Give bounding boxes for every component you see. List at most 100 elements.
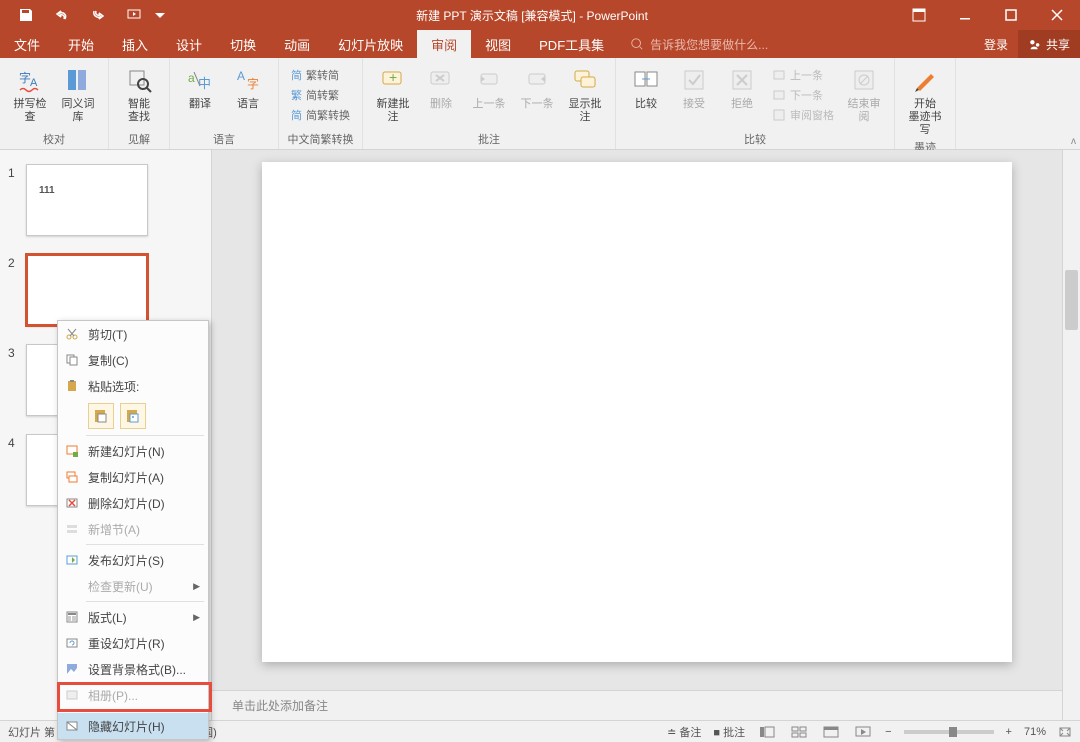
ribbon-options-icon[interactable] bbox=[896, 0, 942, 30]
simp-to-trad-button[interactable]: 繁简转繁 bbox=[287, 86, 354, 104]
view-normal-icon[interactable] bbox=[757, 724, 777, 740]
cm-cut[interactable]: 剪切(T) bbox=[58, 321, 208, 347]
tab-transitions[interactable]: 切换 bbox=[216, 30, 270, 58]
end-review-label: 结束审阅 bbox=[844, 98, 884, 124]
share-label: 共享 bbox=[1046, 36, 1070, 53]
group-proofing: 校对 bbox=[8, 131, 100, 147]
slide-thumbnail-1[interactable]: 111 bbox=[26, 164, 148, 236]
zoom-slider[interactable] bbox=[904, 730, 994, 734]
group-compare: 比较 bbox=[624, 131, 886, 147]
review-pane-button: 审阅窗格 bbox=[768, 106, 838, 124]
convert-both-button[interactable]: 简简繁转换 bbox=[287, 106, 354, 124]
spelling-button[interactable]: 字A 拼写检查 bbox=[8, 62, 52, 126]
cm-duplicate-slide[interactable]: 复制幻灯片(A) bbox=[58, 464, 208, 490]
tab-pdf[interactable]: PDF工具集 bbox=[525, 30, 618, 58]
minimize-icon[interactable] bbox=[942, 0, 988, 30]
login-link[interactable]: 登录 bbox=[974, 30, 1018, 58]
show-comments-label: 显示批注 bbox=[565, 98, 605, 124]
tab-design[interactable]: 设计 bbox=[162, 30, 216, 58]
new-slide-icon bbox=[62, 441, 82, 461]
maximize-icon[interactable] bbox=[988, 0, 1034, 30]
submenu-arrow-icon: ▶ bbox=[193, 581, 200, 592]
view-slideshow-icon[interactable] bbox=[853, 724, 873, 740]
cm-check-update: 检查更新(U) ▶ bbox=[58, 573, 208, 599]
slide-canvas[interactable] bbox=[212, 150, 1062, 690]
qat-customize[interactable] bbox=[152, 0, 168, 30]
zoom-in-button[interactable]: + bbox=[1006, 726, 1012, 738]
prev-comment-label: 上一条 bbox=[473, 98, 506, 111]
thumb-number-2: 2 bbox=[8, 254, 26, 326]
thumb-number-3: 3 bbox=[8, 344, 26, 416]
cm-new-slide[interactable]: 新建幻灯片(N) bbox=[58, 438, 208, 464]
qat-save[interactable] bbox=[8, 0, 44, 30]
vertical-scrollbar[interactable] bbox=[1062, 150, 1080, 720]
language-button[interactable]: A字 语言 bbox=[226, 62, 270, 113]
qat-slideshow[interactable] bbox=[116, 0, 152, 30]
section-icon bbox=[62, 519, 82, 539]
view-reading-icon[interactable] bbox=[821, 724, 841, 740]
zoom-fit-icon[interactable] bbox=[1058, 726, 1072, 738]
show-comments-button[interactable]: 显示批注 bbox=[563, 62, 607, 126]
cm-publish-slide[interactable]: 发布幻灯片(S) bbox=[58, 547, 208, 573]
cm-layout[interactable]: 版式(L) ▶ bbox=[58, 604, 208, 630]
svg-text:A: A bbox=[30, 77, 38, 89]
reject-label: 拒绝 bbox=[731, 98, 753, 111]
cm-paste-options-header: 粘贴选项: bbox=[58, 373, 208, 399]
thesaurus-button[interactable]: 同义词库 bbox=[56, 62, 100, 126]
status-notes-button[interactable]: ≐ 备注 bbox=[667, 724, 701, 740]
tab-file[interactable]: 文件 bbox=[0, 30, 54, 58]
svg-text:+: + bbox=[389, 69, 397, 85]
translate-button[interactable]: a中 翻译 bbox=[178, 62, 222, 113]
close-icon[interactable] bbox=[1034, 0, 1080, 30]
tab-slideshow[interactable]: 幻灯片放映 bbox=[324, 30, 417, 58]
current-slide[interactable] bbox=[262, 162, 1012, 662]
clipboard-icon bbox=[62, 376, 82, 396]
share-button[interactable]: 共享 bbox=[1018, 30, 1080, 58]
qat-redo[interactable] bbox=[80, 0, 116, 30]
tab-home[interactable]: 开始 bbox=[54, 30, 108, 58]
zoom-level[interactable]: 71% bbox=[1024, 726, 1046, 738]
spelling-label: 拼写检查 bbox=[10, 98, 50, 124]
new-comment-button[interactable]: + 新建批注 bbox=[371, 62, 415, 126]
new-comment-label: 新建批注 bbox=[373, 98, 413, 124]
publish-icon bbox=[62, 550, 82, 570]
delete-slide-icon bbox=[62, 493, 82, 513]
window-title: 新建 PPT 演示文稿 [兼容模式] - PowerPoint bbox=[168, 7, 896, 24]
compare-button[interactable]: 比较 bbox=[624, 62, 668, 113]
notes-placeholder[interactable]: 单击此处添加备注 bbox=[212, 690, 1062, 720]
paste-option-picture[interactable] bbox=[120, 403, 146, 429]
smart-lookup-button[interactable]: 智能 查找 bbox=[117, 62, 161, 126]
background-icon bbox=[62, 659, 82, 679]
hide-slide-icon bbox=[62, 716, 82, 736]
cm-background-format[interactable]: 设置背景格式(B)... bbox=[58, 656, 208, 682]
thumb-number-1: 1 bbox=[8, 164, 26, 236]
zoom-out-button[interactable]: − bbox=[885, 726, 891, 738]
scissors-icon bbox=[62, 324, 82, 344]
view-sorter-icon[interactable] bbox=[789, 724, 809, 740]
tab-view[interactable]: 视图 bbox=[471, 30, 525, 58]
tab-animations[interactable]: 动画 bbox=[270, 30, 324, 58]
language-label: 语言 bbox=[237, 98, 259, 111]
cm-album: 相册(P)... bbox=[58, 682, 208, 708]
paste-option-dest-theme[interactable] bbox=[88, 403, 114, 429]
tab-insert[interactable]: 插入 bbox=[108, 30, 162, 58]
cm-copy[interactable]: 复制(C) bbox=[58, 347, 208, 373]
tell-me-search[interactable]: 告诉我您想要做什么... bbox=[618, 30, 974, 58]
cm-delete-slide[interactable]: 删除幻灯片(D) bbox=[58, 490, 208, 516]
thumb-number-4: 4 bbox=[8, 434, 26, 506]
cm-hide-slide[interactable]: 隐藏幻灯片(H) bbox=[58, 713, 208, 739]
accept-label: 接受 bbox=[683, 98, 705, 111]
prev-change-button: 上一条 bbox=[768, 66, 838, 84]
album-icon bbox=[62, 685, 82, 705]
status-comments-button[interactable]: ■ 批注 bbox=[713, 724, 745, 740]
submenu-arrow-icon: ▶ bbox=[193, 612, 200, 623]
qat-undo[interactable] bbox=[44, 0, 80, 30]
trad-to-simp-button[interactable]: 简繁转简 bbox=[287, 66, 354, 84]
accept-button: 接受 bbox=[672, 62, 716, 113]
cm-reset-slide[interactable]: 重设幻灯片(R) bbox=[58, 630, 208, 656]
ink-button[interactable]: 开始 墨迹书写 bbox=[903, 62, 947, 139]
collapse-ribbon-icon[interactable]: ʌ bbox=[1071, 136, 1076, 147]
tab-review[interactable]: 审阅 bbox=[417, 30, 471, 58]
slide-thumbnail-2[interactable] bbox=[26, 254, 148, 326]
cm-new-section: 新增节(A) bbox=[58, 516, 208, 542]
